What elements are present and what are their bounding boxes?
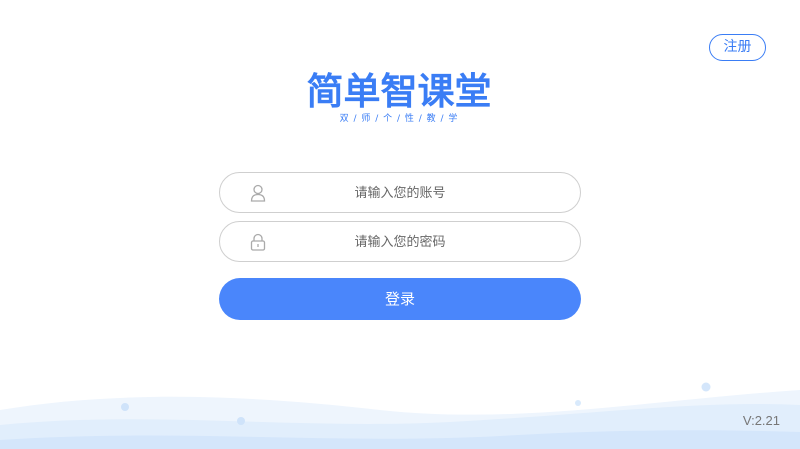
logo-title: 简单智课堂	[306, 70, 492, 113]
lock-icon	[250, 233, 266, 251]
account-input[interactable]	[280, 173, 520, 214]
app-logo: 简单智课堂 双 / 师 / 个 / 性 / 教 / 学	[296, 70, 502, 126]
user-icon	[250, 184, 266, 202]
register-button[interactable]: 注册	[709, 34, 766, 61]
wave-decoration	[0, 382, 800, 449]
logo-subtitle: 双 / 师 / 个 / 性 / 教 / 学	[339, 114, 459, 124]
login-button[interactable]: 登录	[219, 278, 581, 320]
password-field[interactable]	[219, 221, 581, 263]
version-label: V:2.21	[742, 413, 780, 428]
account-field[interactable]	[219, 172, 581, 214]
password-input[interactable]	[280, 222, 520, 263]
